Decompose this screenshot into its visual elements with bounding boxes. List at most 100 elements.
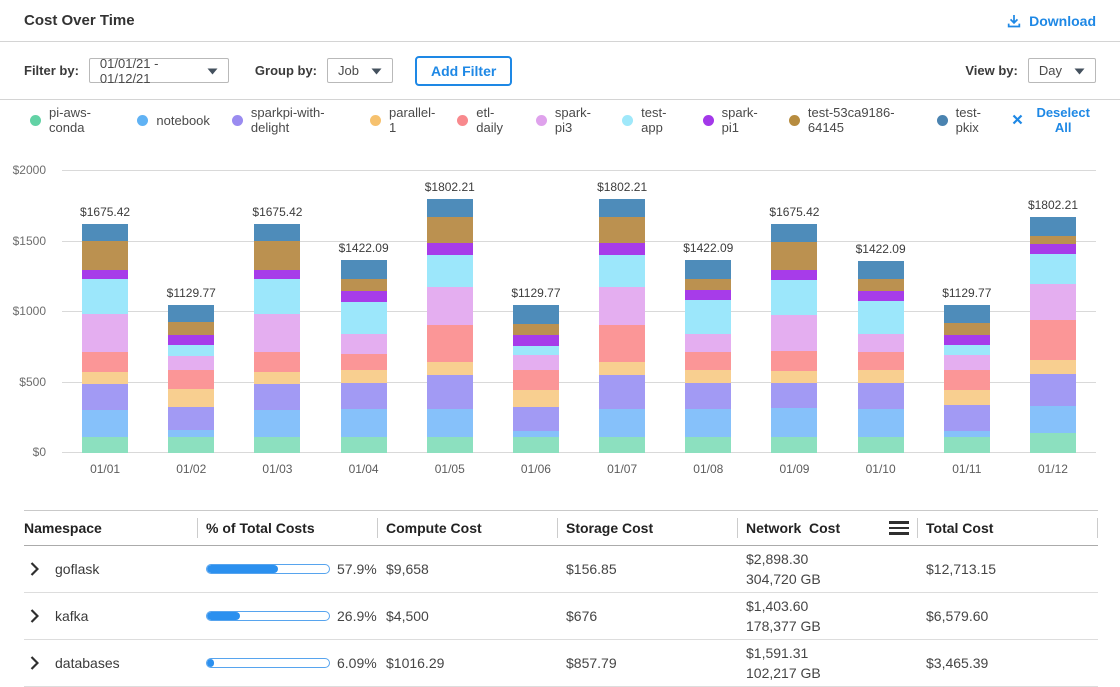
stacked-bar[interactable] xyxy=(513,305,559,453)
bar-segment-etl-daily[interactable] xyxy=(254,352,300,372)
bar-segment-etl-daily[interactable] xyxy=(685,352,731,370)
bar-segment-sparkpi-with-delight[interactable] xyxy=(685,383,731,409)
bar-segment-pi-aws-conda[interactable] xyxy=(1030,433,1076,453)
bar-segment-notebook[interactable] xyxy=(685,409,731,437)
bar-segment-spark-pi3[interactable] xyxy=(254,314,300,351)
bar-segment-sparkpi-with-delight[interactable] xyxy=(341,383,387,410)
chevron-right-icon[interactable] xyxy=(30,609,39,623)
bar-segment-sparkpi-with-delight[interactable] xyxy=(254,384,300,410)
bar-segment-spark-pi3[interactable] xyxy=(599,287,645,325)
bar-segment-test-app[interactable] xyxy=(685,300,731,333)
date-range-dropdown[interactable]: 01/01/21 - 01/12/21 xyxy=(89,58,229,83)
stacked-bar[interactable] xyxy=(341,260,387,453)
bar-segment-test-53ca9186-64145[interactable] xyxy=(254,241,300,270)
deselect-all-button[interactable]: Deselect All xyxy=(1012,105,1096,135)
bar-segment-test-app[interactable] xyxy=(254,279,300,314)
bar-segment-parallel-1[interactable] xyxy=(82,372,128,384)
bar-segment-pi-aws-conda[interactable] xyxy=(427,437,473,453)
bar-segment-test-53ca9186-64145[interactable] xyxy=(82,241,128,270)
bar-segment-test-pkix[interactable] xyxy=(858,261,904,279)
bar-segment-test-app[interactable] xyxy=(771,280,817,315)
bar-segment-etl-daily[interactable] xyxy=(599,325,645,362)
bar-segment-test-app[interactable] xyxy=(858,301,904,333)
download-button[interactable]: Download xyxy=(1006,13,1096,29)
bar-segment-notebook[interactable] xyxy=(341,409,387,437)
legend-item[interactable]: sparkpi-with-delight xyxy=(232,105,348,135)
stacked-bar[interactable] xyxy=(1030,217,1076,453)
bar-segment-parallel-1[interactable] xyxy=(254,372,300,384)
bar-segment-pi-aws-conda[interactable] xyxy=(168,437,214,453)
bar-segment-test-app[interactable] xyxy=(168,345,214,356)
bar-segment-spark-pi1[interactable] xyxy=(341,291,387,302)
bar-segment-sparkpi-with-delight[interactable] xyxy=(168,407,214,430)
bar-segment-etl-daily[interactable] xyxy=(427,325,473,362)
bar-segment-spark-pi3[interactable] xyxy=(858,334,904,352)
bar-segment-test-53ca9186-64145[interactable] xyxy=(858,279,904,291)
bar-segment-spark-pi1[interactable] xyxy=(685,290,731,300)
table-row[interactable]: kafka26.9%$4,500$676$1,403.60178,377 GB$… xyxy=(24,593,1098,640)
bar-segment-notebook[interactable] xyxy=(168,430,214,437)
bar-segment-etl-daily[interactable] xyxy=(168,370,214,389)
add-filter-button[interactable]: Add Filter xyxy=(415,56,512,86)
bar-segment-test-pkix[interactable] xyxy=(168,305,214,322)
group-by-dropdown[interactable]: Job xyxy=(327,58,393,83)
bar-segment-etl-daily[interactable] xyxy=(513,370,559,390)
stacked-bar[interactable] xyxy=(771,224,817,453)
table-row[interactable]: databases6.09%$1016.29$857.79$1,591.3110… xyxy=(24,640,1098,687)
bar-segment-pi-aws-conda[interactable] xyxy=(599,437,645,453)
bar-segment-spark-pi3[interactable] xyxy=(513,355,559,371)
bar-segment-parallel-1[interactable] xyxy=(427,362,473,375)
bar-segment-parallel-1[interactable] xyxy=(599,362,645,375)
bar-segment-test-app[interactable] xyxy=(1030,254,1076,285)
bar-segment-test-app[interactable] xyxy=(427,255,473,287)
bar-segment-spark-pi1[interactable] xyxy=(82,270,128,279)
bar-segment-etl-daily[interactable] xyxy=(1030,320,1076,359)
bar-segment-spark-pi3[interactable] xyxy=(944,355,990,371)
stacked-bar[interactable] xyxy=(168,305,214,453)
stacked-bar[interactable] xyxy=(427,199,473,453)
bar-segment-test-pkix[interactable] xyxy=(427,199,473,217)
bar-segment-parallel-1[interactable] xyxy=(685,370,731,382)
bar-segment-test-app[interactable] xyxy=(82,279,128,314)
legend-item[interactable]: spark-pi3 xyxy=(536,105,600,135)
bar-segment-sparkpi-with-delight[interactable] xyxy=(82,384,128,410)
bar-segment-sparkpi-with-delight[interactable] xyxy=(858,383,904,409)
bar-segment-spark-pi1[interactable] xyxy=(254,270,300,279)
bar-segment-pi-aws-conda[interactable] xyxy=(82,437,128,453)
bar-segment-test-app[interactable] xyxy=(513,346,559,355)
legend-item[interactable]: notebook xyxy=(137,113,210,128)
bar-segment-test-53ca9186-64145[interactable] xyxy=(944,323,990,335)
bar-segment-notebook[interactable] xyxy=(254,410,300,438)
bar-segment-spark-pi1[interactable] xyxy=(1030,244,1076,253)
bar-segment-notebook[interactable] xyxy=(427,409,473,437)
bar-segment-test-53ca9186-64145[interactable] xyxy=(599,217,645,244)
bar-segment-notebook[interactable] xyxy=(599,409,645,437)
bar-segment-notebook[interactable] xyxy=(858,409,904,437)
bar-segment-pi-aws-conda[interactable] xyxy=(944,437,990,453)
legend-item[interactable]: test-app xyxy=(622,105,681,135)
bar-segment-test-pkix[interactable] xyxy=(341,260,387,278)
bar-segment-spark-pi3[interactable] xyxy=(82,314,128,351)
bar-segment-test-53ca9186-64145[interactable] xyxy=(513,324,559,336)
bar-segment-test-53ca9186-64145[interactable] xyxy=(1030,236,1076,244)
bar-segment-etl-daily[interactable] xyxy=(341,354,387,370)
stacked-bar[interactable] xyxy=(858,261,904,453)
bar-segment-parallel-1[interactable] xyxy=(1030,360,1076,374)
bar-segment-parallel-1[interactable] xyxy=(513,390,559,407)
bar-segment-sparkpi-with-delight[interactable] xyxy=(427,375,473,409)
bar-segment-pi-aws-conda[interactable] xyxy=(513,437,559,453)
bar-segment-parallel-1[interactable] xyxy=(168,389,214,407)
bar-segment-test-app[interactable] xyxy=(599,255,645,287)
bar-segment-spark-pi1[interactable] xyxy=(427,243,473,254)
bar-segment-test-pkix[interactable] xyxy=(1030,217,1076,236)
bar-segment-spark-pi1[interactable] xyxy=(944,335,990,345)
bar-segment-sparkpi-with-delight[interactable] xyxy=(771,383,817,408)
bar-segment-spark-pi3[interactable] xyxy=(341,334,387,355)
table-row[interactable]: goflask57.9%$9,658$156.85$2,898.30304,72… xyxy=(24,546,1098,593)
legend-item[interactable]: pi-aws-conda xyxy=(30,105,115,135)
bar-segment-sparkpi-with-delight[interactable] xyxy=(513,407,559,431)
bar-segment-etl-daily[interactable] xyxy=(944,370,990,390)
bar-segment-test-pkix[interactable] xyxy=(513,305,559,323)
bar-segment-pi-aws-conda[interactable] xyxy=(771,437,817,453)
bar-segment-spark-pi3[interactable] xyxy=(685,334,731,352)
